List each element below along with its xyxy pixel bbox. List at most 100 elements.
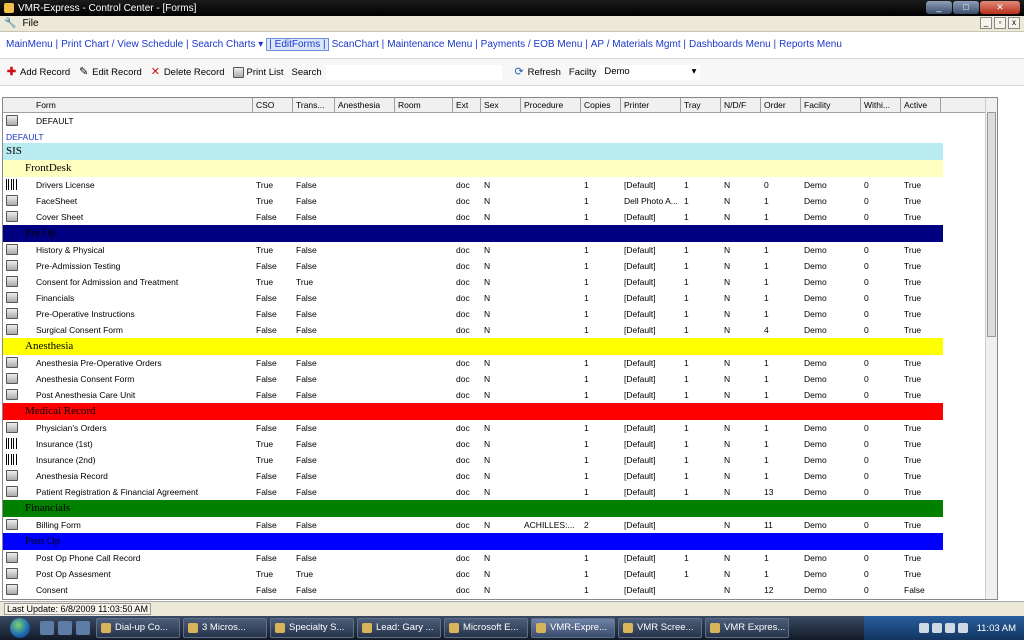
add-record-button[interactable]: ✚ Add Record	[6, 66, 70, 78]
nav-link[interactable]: Maintenance Menu |	[387, 39, 477, 50]
mdi-minimize-button[interactable]: _	[980, 17, 992, 29]
taskbar-task[interactable]: Dial-up Co...	[96, 618, 180, 638]
table-row[interactable]: Anesthesia Consent Form False False doc N 1 [D…	[3, 371, 987, 387]
start-button[interactable]	[0, 616, 40, 640]
column-header[interactable]: Sex	[481, 98, 521, 113]
column-header[interactable]: Copies	[581, 98, 621, 113]
network-icon[interactable]	[944, 623, 955, 633]
table-row[interactable]: Consent for Admission and Treatment True T…	[3, 274, 987, 290]
table-row[interactable]: Insurance (2nd) True False doc N 1 [Default] 1 N…	[3, 452, 987, 468]
table-row[interactable]: Financials False False doc N 1 [Default] 1 N 1 Dem…	[3, 290, 987, 306]
column-header[interactable]: Withi...	[861, 98, 901, 113]
show-desktop-icon[interactable]	[40, 621, 54, 635]
mdi-restore-button[interactable]: ▫	[994, 17, 1006, 29]
edit-record-button[interactable]: ✎ Edit Record	[78, 66, 142, 78]
nav-link[interactable]: MainMenu |	[6, 39, 58, 50]
maximize-button[interactable]: □	[953, 1, 979, 14]
nav-link[interactable]: | EditForms |	[266, 37, 329, 51]
search-input[interactable]	[325, 64, 502, 80]
nav-link[interactable]: Search Charts ▾	[192, 39, 264, 50]
nav-link[interactable]: AP / Materials Mgmt |	[591, 39, 686, 50]
group-header-financials[interactable]: Financials	[3, 500, 943, 517]
scrollbar-thumb[interactable]	[987, 112, 996, 337]
table-row[interactable]: Drivers License True False doc N 1 [Default] 1 N…	[3, 177, 987, 193]
group-header-preop[interactable]: Pre Op	[3, 225, 943, 242]
delete-record-button[interactable]: ✕ Delete Record	[150, 66, 225, 78]
cell-trans: False	[296, 196, 317, 206]
group-header-frontdesk[interactable]: FrontDesk	[3, 160, 943, 177]
column-header[interactable]: N/D/F	[721, 98, 761, 113]
mdi-close-button[interactable]: x	[1008, 17, 1020, 29]
facility-select[interactable]: Demo ▾	[600, 64, 701, 80]
table-row[interactable]: DEFAULT	[3, 113, 987, 129]
group-header-anesthesia[interactable]: Anesthesia	[3, 338, 943, 355]
table-row[interactable]: Anesthesia Pre-Operative Orders False Fals…	[3, 355, 987, 371]
cell-order: 4	[764, 325, 769, 335]
table-row[interactable]: Pre-Operative Instructions False False doc N…	[3, 306, 987, 322]
tray-icon[interactable]	[918, 623, 929, 633]
printer-icon	[6, 244, 18, 255]
table-row[interactable]: History & Physical True False doc N 1 [Default…	[3, 242, 987, 258]
table-row[interactable]: Post Anesthesia Care Unit False False doc N 1…	[3, 387, 987, 403]
nav-link[interactable]: Print Chart / View Schedule |	[61, 39, 188, 50]
table-row[interactable]: Consent False False doc N 1 [Default] N 12 Demo 0 F…	[3, 582, 987, 598]
cell-ext: doc	[456, 423, 470, 433]
cell-within: 0	[864, 423, 869, 433]
cell-cso: True	[256, 180, 274, 190]
cell-copies: 1	[584, 277, 589, 287]
table-row[interactable]: Insurance (1st) True False doc N 1 [Default] 1 N…	[3, 436, 987, 452]
cell-trans: False	[296, 374, 317, 384]
refresh-button[interactable]: ⟳ Refresh	[514, 66, 561, 78]
table-row[interactable]: Physician's Orders False False doc N 1 [Defaul…	[3, 420, 987, 436]
column-header[interactable]: Anesthesia	[335, 98, 395, 113]
nav-link[interactable]: Dashboards Menu |	[689, 39, 776, 50]
column-header[interactable]: CSO	[253, 98, 293, 113]
table-row[interactable]: Patient Registration & Financial Agreeme…	[3, 484, 987, 500]
taskbar-task[interactable]: VMR Expres...	[705, 618, 789, 638]
nav-link[interactable]: ScanChart |	[332, 39, 385, 50]
column-header[interactable]: Facility	[801, 98, 861, 113]
column-header[interactable]: Tray	[681, 98, 721, 113]
browser-icon[interactable]	[58, 621, 72, 635]
vertical-scrollbar[interactable]	[985, 98, 997, 599]
table-row[interactable]: Anesthesia Record False False doc N 1 [Default…	[3, 468, 987, 484]
print-list-button[interactable]: Print List	[232, 66, 284, 78]
column-header[interactable]: Ext	[453, 98, 481, 113]
column-header[interactable]: Order	[761, 98, 801, 113]
media-icon[interactable]	[76, 621, 90, 635]
cell-ndf: N	[724, 196, 731, 206]
column-header[interactable]: Procedure	[521, 98, 581, 113]
column-header[interactable]: Room	[395, 98, 453, 113]
cell-form: Post Op Phone Call Record	[36, 553, 141, 563]
nav-link[interactable]: Reports Menu	[779, 39, 842, 50]
tray-icon[interactable]	[931, 623, 942, 633]
column-header[interactable]: Printer	[621, 98, 681, 113]
table-row[interactable]: Post Op Assesment True True doc N 1 [Default] 1…	[3, 566, 987, 582]
taskbar-task[interactable]: VMR-Expre...	[531, 618, 615, 638]
taskbar-task[interactable]: Specialty S...	[270, 618, 354, 638]
taskbar-task[interactable]: VMR Scree...	[618, 618, 702, 638]
nav-link[interactable]: Payments / EOB Menu |	[481, 39, 588, 50]
table-row[interactable]: Surgical Consent Form False False doc N 1 [Def…	[3, 322, 987, 338]
table-row[interactable]: Cover Sheet False False doc N 1 [Default] 1 N 1 De…	[3, 209, 987, 225]
column-header[interactable]: Active	[901, 98, 941, 113]
volume-icon[interactable]	[957, 623, 968, 633]
clock[interactable]: 11:03 AM	[977, 623, 1016, 634]
cell-active: True	[904, 569, 922, 579]
table-row[interactable]: Pre-Admission Testing False False doc N 1 [Def…	[3, 258, 987, 274]
table-row[interactable]: Billing Form False False doc N ACHILLES:... 2 […	[3, 517, 987, 533]
taskbar-task[interactable]: 3 Micros...	[183, 618, 267, 638]
cell-proc	[524, 582, 581, 598]
column-header[interactable]: Form	[33, 98, 253, 113]
minimize-button[interactable]: _	[926, 1, 952, 14]
group-header-postop[interactable]: Post Op	[3, 533, 943, 550]
taskbar-task[interactable]: Lead: Gary ...	[357, 618, 441, 638]
taskbar-task[interactable]: Microsoft E...	[444, 618, 528, 638]
column-header[interactable]: Trans...	[293, 98, 335, 113]
group-header-medical[interactable]: Medical Record	[3, 403, 943, 420]
group-header-sis[interactable]: SIS	[3, 143, 943, 160]
table-row[interactable]: FaceSheet True False doc N 1 Dell Photo A... 1 N…	[3, 193, 987, 209]
menu-file[interactable]: File	[22, 18, 38, 29]
close-button[interactable]: ✕	[980, 1, 1020, 14]
table-row[interactable]: Post Op Phone Call Record False False doc N 1…	[3, 550, 987, 566]
